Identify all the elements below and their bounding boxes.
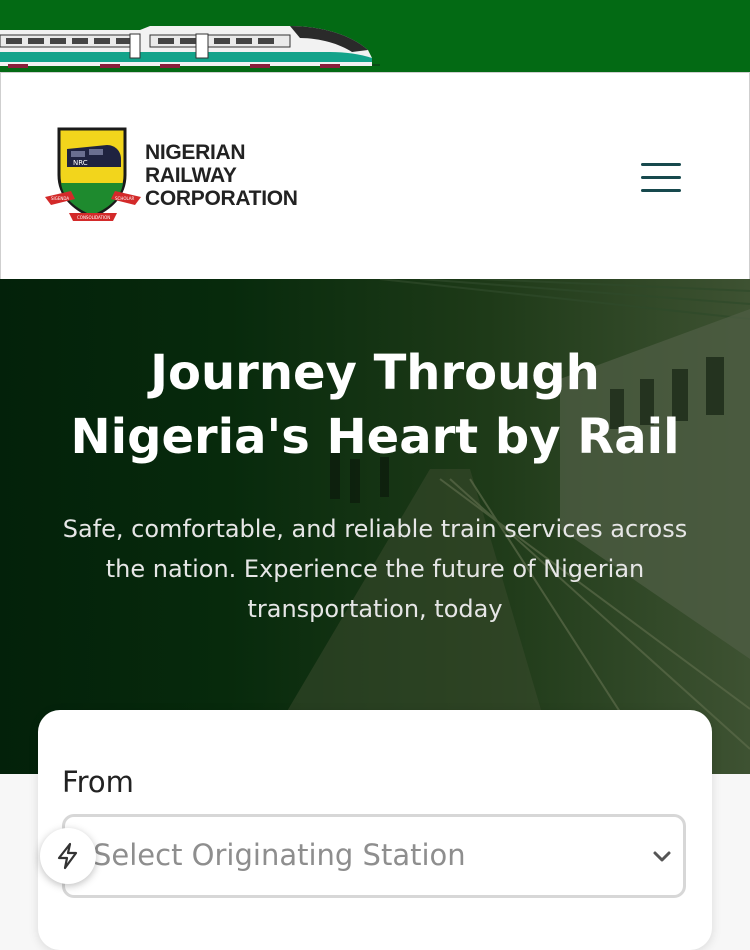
lightning-icon [57, 842, 78, 870]
from-label: From [62, 765, 134, 799]
hero-title: Journey Through Nigeria's Heart by Rail [0, 341, 750, 469]
hero-section: Journey Through Nigeria's Heart by Rail … [0, 279, 750, 774]
hamburger-menu-icon[interactable] [637, 157, 685, 197]
origin-station-select[interactable]: Select Originating Station [62, 814, 686, 898]
top-banner [0, 0, 750, 72]
hero-subtitle: Safe, comfortable, and reliable train se… [62, 515, 688, 623]
train-banner-icon [0, 26, 380, 68]
hero-title-line-2: Nigeria's Heart by Rail [70, 409, 680, 465]
chevron-down-icon [653, 851, 671, 862]
site-header: NRC SIGENDA SCHOLAR CONSOLIDATION NIGERI… [0, 72, 750, 280]
svg-text:NRC: NRC [73, 159, 88, 167]
svg-text:SIGENDA: SIGENDA [51, 196, 69, 201]
svg-text:SCHOLAR: SCHOLAR [115, 196, 135, 201]
nrc-emblem-icon: NRC SIGENDA SCHOLAR CONSOLIDATION [45, 127, 141, 221]
logo-wordmark: NIGERIAN RAILWAY CORPORATION [145, 141, 298, 210]
origin-station-placeholder: Select Originating Station [93, 838, 466, 872]
hero-title-line-1: Journey Through [150, 345, 600, 401]
logo-line-1: NIGERIAN [145, 141, 246, 164]
nrc-logo[interactable]: NRC SIGENDA SCHOLAR CONSOLIDATION NIGERI… [43, 127, 313, 227]
booking-card: From Select Originating Station [38, 710, 712, 950]
logo-line-3: CORPORATION [145, 187, 298, 210]
svg-text:CONSOLIDATION: CONSOLIDATION [77, 215, 110, 220]
logo-line-2: RAILWAY [145, 164, 237, 187]
lightning-fab-button[interactable] [40, 828, 96, 884]
